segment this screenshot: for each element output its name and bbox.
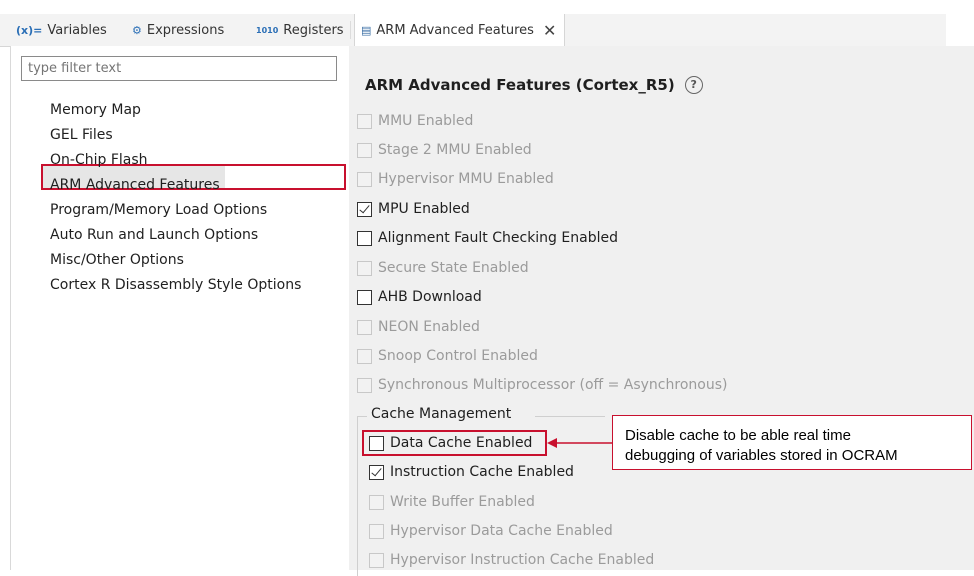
checkbox[interactable] [357,289,372,305]
checkbox[interactable] [357,171,372,187]
option-label: Alignment Fault Checking Enabled [378,230,618,246]
checkbox[interactable] [357,142,372,158]
tab-label: Expressions [146,22,225,38]
option-label: Stage 2 MMU Enabled [378,142,532,158]
option-label: AHB Download [378,289,482,305]
callout-arrow [547,438,613,448]
group-border [535,416,605,417]
features-icon: ▤ [361,24,372,37]
features-panel: ARM Advanced Features (Cortex_R5) ? MMU … [349,46,974,576]
option-mpu-enabled[interactable]: MPU Enabled [357,201,470,217]
nav-item-cortex-r-disassembly-style[interactable]: Cortex R Disassembly Style Options [50,273,301,298]
page-title: ARM Advanced Features (Cortex_R5) ? [365,76,703,94]
property-page-tree: Memory Map GEL Files On-Chip Flash ARM A… [10,46,350,570]
nav-item-arm-advanced-features[interactable]: ARM Advanced Features [50,173,301,198]
tab-variables[interactable]: (x)= Variables [16,14,107,46]
option-label: Synchronous Multiprocessor (off = Asynch… [378,377,728,393]
nav-item-auto-run-launch-options[interactable]: Auto Run and Launch Options [50,223,301,248]
checkbox[interactable] [369,494,384,510]
option-alignment-fault-checking[interactable]: Alignment Fault Checking Enabled [357,230,618,246]
nav-item-program-memory-load-options[interactable]: Program/Memory Load Options [50,198,301,223]
expressions-icon: ⚙ [132,23,142,37]
variables-icon: (x)= [16,23,43,37]
callout-line: Disable cache to be able real time [625,427,851,444]
tab-registers[interactable]: 1010 Registers [256,14,344,46]
option-snoop-control-enabled[interactable]: Snoop Control Enabled [357,348,538,364]
checkbox[interactable] [357,348,372,364]
option-label: NEON Enabled [378,319,480,335]
callout-line: debugging of variables stored in OCRAM [625,447,898,464]
tab-label: Variables [47,22,107,38]
checkbox[interactable] [357,377,372,393]
option-label: Hypervisor Instruction Cache Enabled [390,552,655,568]
option-write-buffer-enabled[interactable]: Write Buffer Enabled [369,494,535,510]
nav-item-misc-other-options[interactable]: Misc/Other Options [50,248,301,273]
tab-label: Registers [283,22,344,38]
option-label: Secure State Enabled [378,260,529,276]
checkbox[interactable] [369,523,384,539]
option-label: Write Buffer Enabled [390,494,535,510]
nav-item-memory-map[interactable]: Memory Map [50,98,301,123]
checkbox[interactable] [357,113,372,129]
group-border [357,416,358,576]
close-icon[interactable]: ✕ [543,21,556,40]
checkbox[interactable] [357,201,372,217]
option-ahb-download[interactable]: AHB Download [357,289,482,305]
option-neon-enabled[interactable]: NEON Enabled [357,319,480,335]
checkbox[interactable] [369,464,384,480]
option-mmu-enabled[interactable]: MMU Enabled [357,113,473,129]
option-hypervisor-instruction-cache-enabled[interactable]: Hypervisor Instruction Cache Enabled [369,552,654,568]
group-border [357,416,367,417]
option-hypervisor-data-cache-enabled[interactable]: Hypervisor Data Cache Enabled [369,523,613,539]
view-tab-bar: (x)= Variables ⚙ Expressions 1010 Regist… [0,14,946,47]
option-label: Snoop Control Enabled [378,348,538,364]
option-stage2-mmu-enabled[interactable]: Stage 2 MMU Enabled [357,142,532,158]
tab-arm-advanced-features[interactable]: ▤ ARM Advanced Features ✕ [354,14,566,47]
option-label: MMU Enabled [378,113,474,129]
checkbox[interactable] [357,319,372,335]
option-label: Instruction Cache Enabled [390,464,574,480]
cache-management-legend: Cache Management [371,406,512,422]
option-label: Hypervisor Data Cache Enabled [390,523,613,539]
tab-separator [350,21,351,39]
option-instruction-cache-enabled[interactable]: Instruction Cache Enabled [369,464,574,480]
tab-expressions[interactable]: ⚙ Expressions [132,14,224,46]
registers-icon: 1010 [256,25,279,35]
checkbox[interactable] [357,230,372,246]
filter-input[interactable] [21,56,337,81]
nav-list: Memory Map GEL Files On-Chip Flash ARM A… [50,98,301,298]
page-title-text: ARM Advanced Features (Cortex_R5) [365,76,675,94]
data-cache-annotation-box [362,430,547,456]
tab-label: ARM Advanced Features [376,23,534,38]
nav-item-on-chip-flash[interactable]: On-Chip Flash [50,148,301,173]
checkbox[interactable] [357,260,372,276]
option-hypervisor-mmu-enabled[interactable]: Hypervisor MMU Enabled [357,171,554,187]
option-label: Hypervisor MMU Enabled [378,171,554,187]
option-synchronous-multiprocessor[interactable]: Synchronous Multiprocessor (off = Asynch… [357,377,727,393]
help-icon[interactable]: ? [684,76,703,94]
checkbox[interactable] [369,552,384,568]
annotation-callout: Disable cache to be able real time debug… [612,415,972,470]
option-secure-state-enabled[interactable]: Secure State Enabled [357,260,529,276]
nav-item-gel-files[interactable]: GEL Files [50,123,301,148]
option-label: MPU Enabled [378,201,470,217]
